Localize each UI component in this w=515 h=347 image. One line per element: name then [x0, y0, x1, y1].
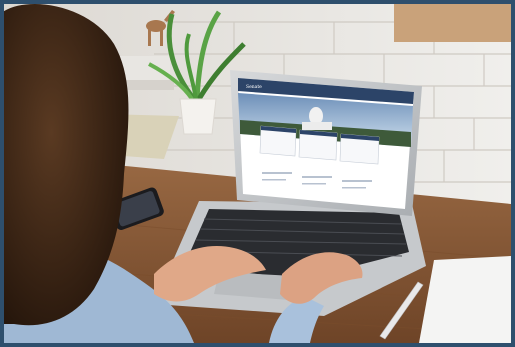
site-logo: Senate [246, 84, 262, 90]
cork-board [394, 4, 511, 42]
paper-stack [419, 256, 511, 343]
laptop-scene-photo: Senate [4, 4, 511, 343]
laptop-screen: Senate [238, 78, 414, 209]
photo-frame: Senate [0, 0, 515, 347]
